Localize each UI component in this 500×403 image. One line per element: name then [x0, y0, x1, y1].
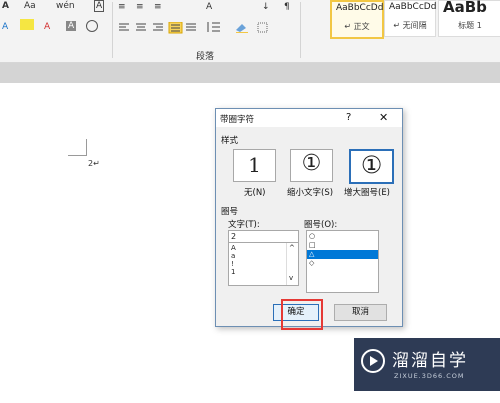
group-separator [300, 2, 301, 58]
bullets-button[interactable]: ≡ [118, 2, 126, 12]
sort-button[interactable]: ↓ [262, 2, 270, 12]
margin-corner-mark [86, 139, 87, 156]
style-heading-1[interactable]: AaBb 标题 1 [438, 0, 500, 37]
dialog-title: 带圈字符 [220, 115, 255, 125]
style-shrink-text-option[interactable]: ① [290, 149, 333, 182]
scroll-up-icon[interactable]: ^ [289, 244, 295, 252]
list-item[interactable]: □ [309, 242, 316, 249]
enclosure-label: 圈号(O): [304, 220, 338, 230]
enclosure-section-label: 圈号 [221, 207, 239, 217]
numbering-button[interactable]: ≡ [136, 2, 144, 12]
ruler-band [0, 63, 500, 83]
enclosure-selected-row[interactable]: △ [307, 250, 378, 259]
spacing-shading-border-icons[interactable] [206, 21, 276, 33]
font-color-button[interactable]: A [44, 22, 50, 32]
watermark: 溜溜自学 ZIXUE.3D66.COM [354, 338, 500, 391]
watermark-brand: 溜溜自学 [392, 351, 468, 371]
char-shading-button[interactable]: A [66, 21, 77, 31]
list-item[interactable]: 1 [231, 269, 235, 276]
close-icon[interactable]: ✕ [379, 111, 388, 124]
chinese-layout-button[interactable]: A [206, 2, 212, 12]
text-effects-button[interactable]: A [2, 22, 8, 32]
show-marks-button[interactable]: ¶ [284, 2, 290, 12]
multilevel-list-button[interactable]: ≡ [154, 2, 162, 12]
highlight-color-button[interactable] [20, 19, 34, 30]
enclose-characters-button[interactable] [86, 20, 98, 32]
style-shrink-text-label[interactable]: 缩小文字(S) [287, 186, 333, 198]
play-logo-icon [361, 349, 385, 373]
text-label: 文字(T): [228, 220, 260, 230]
watermark-url: ZIXUE.3D66.COM [394, 372, 465, 380]
margin-corner-mark [68, 155, 86, 156]
help-button[interactable]: ? [346, 112, 351, 123]
style-no-spacing[interactable]: AaBbCcDd ↵ 无间隔 [384, 0, 436, 37]
list-item[interactable]: ○ [309, 233, 315, 240]
ok-button-highlight [281, 299, 323, 330]
list-item[interactable]: ! [231, 261, 234, 268]
enclosure-list[interactable]: ○ □ △ ◇ [306, 230, 379, 293]
list-item[interactable]: a [231, 253, 235, 260]
style-enlarge-symbol-option[interactable]: ① [349, 149, 394, 184]
alignment-icons[interactable] [118, 22, 198, 34]
font-size-grow-button[interactable]: A [2, 1, 9, 11]
list-item[interactable]: A [231, 245, 236, 252]
text-list[interactable]: A a ! 1 ^ v [228, 242, 299, 286]
char-border-button[interactable]: A [94, 0, 105, 12]
change-case-button[interactable]: Aa [24, 1, 36, 11]
dialog-titlebar[interactable]: 带圈字符 ? ✕ [216, 109, 402, 127]
document-text[interactable]: 2↵ [88, 159, 100, 168]
style-normal[interactable]: AaBbCcDd ↵ 正文 [330, 0, 384, 39]
enclose-characters-dialog: 带圈字符 ? ✕ 样式 1 ① ① 无(N) 缩小文字(S) 增大圈号(E) 圈… [215, 108, 403, 327]
group-separator [112, 2, 113, 58]
cancel-button[interactable]: 取消 [334, 304, 387, 321]
style-none-label[interactable]: 无(N) [244, 186, 266, 198]
ribbon: A Aa wén A A A A ≡ ≡ ≡ A ↓ ¶ 段落 AaBbCcDd… [0, 0, 500, 63]
scroll-down-icon[interactable]: v [289, 274, 293, 282]
text-list-scrollbar[interactable]: ^ v [286, 243, 298, 285]
style-enlarge-symbol-label[interactable]: 增大圈号(E) [344, 186, 390, 198]
paragraph-group-label: 段落 [196, 52, 215, 62]
style-section-label: 样式 [221, 136, 239, 146]
phonetic-guide-button[interactable]: wén [56, 1, 75, 11]
style-none-option[interactable]: 1 [233, 149, 276, 182]
list-item[interactable]: ◇ [309, 260, 314, 267]
